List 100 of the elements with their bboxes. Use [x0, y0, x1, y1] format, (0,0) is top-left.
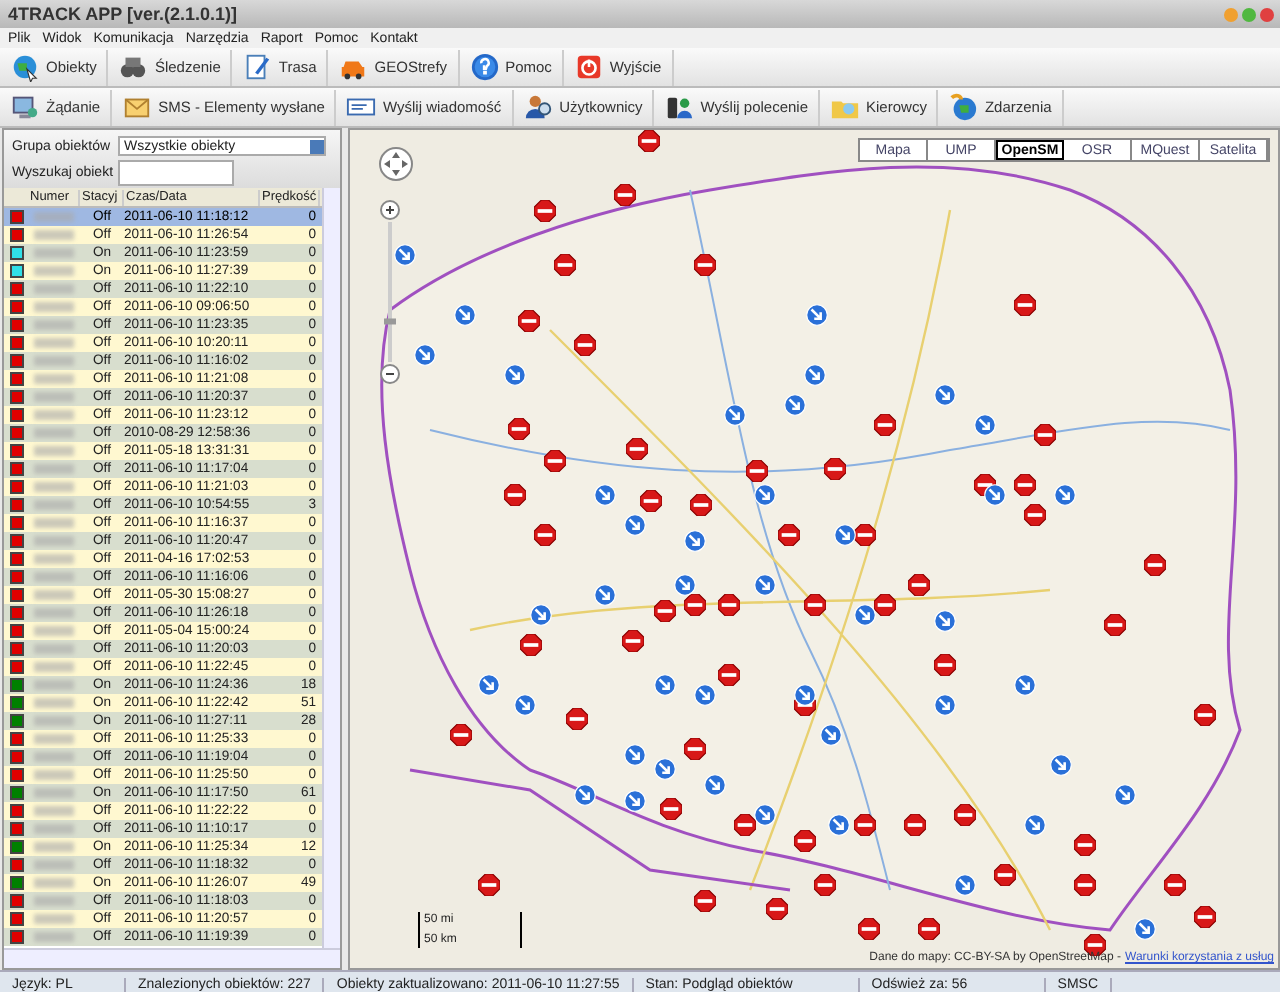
arrow-marker-icon[interactable]: [694, 684, 716, 706]
horizontal-scrollbar[interactable]: [4, 948, 340, 968]
stop-sign-icon[interactable]: [1014, 294, 1036, 316]
stop-sign-icon[interactable]: [904, 814, 926, 836]
arrow-marker-icon[interactable]: [504, 364, 526, 386]
stop-sign-icon[interactable]: [1014, 474, 1036, 496]
arrow-marker-icon[interactable]: [804, 364, 826, 386]
arrow-marker-icon[interactable]: [624, 790, 646, 812]
stop-sign-icon[interactable]: [1194, 906, 1216, 928]
arrow-marker-icon[interactable]: [704, 774, 726, 796]
stop-sign-icon[interactable]: [518, 310, 540, 332]
stop-sign-icon[interactable]: [718, 594, 740, 616]
arrow-marker-icon[interactable]: [654, 674, 676, 696]
stop-sign-icon[interactable]: [1074, 874, 1096, 896]
arrow-marker-icon[interactable]: [514, 694, 536, 716]
stop-sign-icon[interactable]: [734, 814, 756, 836]
pan-control-icon[interactable]: [378, 146, 414, 182]
arrow-marker-icon[interactable]: [594, 484, 616, 506]
arrow-marker-icon[interactable]: [806, 304, 828, 326]
stop-sign-icon[interactable]: [918, 918, 940, 940]
arrow-marker-icon[interactable]: [934, 694, 956, 716]
arrow-marker-icon[interactable]: [624, 514, 646, 536]
stop-sign-icon[interactable]: [520, 634, 542, 656]
arrow-marker-icon[interactable]: [594, 584, 616, 606]
stop-sign-icon[interactable]: [994, 864, 1016, 886]
vertical-scrollbar[interactable]: [322, 188, 340, 948]
zoom-slider[interactable]: [380, 200, 400, 384]
stop-sign-icon[interactable]: [544, 450, 566, 472]
stop-sign-icon[interactable]: [814, 874, 836, 896]
stop-sign-icon[interactable]: [626, 438, 648, 460]
stop-sign-icon[interactable]: [694, 254, 716, 276]
stop-sign-icon[interactable]: [1164, 874, 1186, 896]
arrow-marker-icon[interactable]: [1050, 754, 1072, 776]
arrow-marker-icon[interactable]: [1114, 784, 1136, 806]
stop-sign-icon[interactable]: [858, 918, 880, 940]
stop-sign-icon[interactable]: [508, 418, 530, 440]
search-field[interactable]: [118, 160, 234, 186]
stop-sign-icon[interactable]: [450, 724, 472, 746]
stop-sign-icon[interactable]: [718, 664, 740, 686]
stop-sign-icon[interactable]: [934, 654, 956, 676]
close-button[interactable]: [1260, 7, 1274, 21]
arrow-marker-icon[interactable]: [624, 744, 646, 766]
stop-sign-icon[interactable]: [824, 458, 846, 480]
arrow-marker-icon[interactable]: [974, 414, 996, 436]
stop-sign-icon[interactable]: [908, 574, 930, 596]
arrow-marker-icon[interactable]: [820, 724, 842, 746]
stop-sign-icon[interactable]: [554, 254, 576, 276]
arrow-marker-icon[interactable]: [754, 484, 776, 506]
arrow-marker-icon[interactable]: [984, 484, 1006, 506]
stop-sign-icon[interactable]: [1104, 614, 1126, 636]
stop-sign-icon[interactable]: [660, 798, 682, 820]
stop-sign-icon[interactable]: [766, 898, 788, 920]
arrow-marker-icon[interactable]: [654, 758, 676, 780]
arrow-marker-icon[interactable]: [574, 784, 596, 806]
arrow-marker-icon[interactable]: [414, 344, 436, 366]
stop-sign-icon[interactable]: [690, 494, 712, 516]
arrow-marker-icon[interactable]: [724, 404, 746, 426]
arrow-marker-icon[interactable]: [934, 610, 956, 632]
stop-sign-icon[interactable]: [684, 594, 706, 616]
stop-sign-icon[interactable]: [746, 460, 768, 482]
stop-sign-icon[interactable]: [1194, 704, 1216, 726]
stop-sign-icon[interactable]: [854, 814, 876, 836]
arrow-marker-icon[interactable]: [754, 804, 776, 826]
arrow-marker-icon[interactable]: [784, 394, 806, 416]
arrow-marker-icon[interactable]: [530, 604, 552, 626]
stop-sign-icon[interactable]: [1074, 834, 1096, 856]
stop-sign-icon[interactable]: [566, 708, 588, 730]
arrow-marker-icon[interactable]: [1054, 484, 1076, 506]
stop-sign-icon[interactable]: [640, 490, 662, 512]
stop-sign-icon[interactable]: [1024, 504, 1046, 526]
stop-sign-icon[interactable]: [534, 524, 556, 546]
arrow-marker-icon[interactable]: [1134, 918, 1156, 940]
stop-sign-icon[interactable]: [654, 600, 676, 622]
arrow-marker-icon[interactable]: [394, 244, 416, 266]
arrow-marker-icon[interactable]: [674, 574, 696, 596]
zoom-thumb[interactable]: [384, 318, 396, 325]
arrow-marker-icon[interactable]: [794, 684, 816, 706]
stop-sign-icon[interactable]: [694, 890, 716, 912]
stop-sign-icon[interactable]: [504, 484, 526, 506]
stop-sign-icon[interactable]: [794, 830, 816, 852]
stop-sign-icon[interactable]: [1144, 554, 1166, 576]
arrow-marker-icon[interactable]: [684, 530, 706, 552]
stop-sign-icon[interactable]: [574, 334, 596, 356]
arrow-marker-icon[interactable]: [834, 524, 856, 546]
arrow-marker-icon[interactable]: [454, 304, 476, 326]
arrow-marker-icon[interactable]: [954, 874, 976, 896]
stop-sign-icon[interactable]: [1034, 424, 1056, 446]
stop-sign-icon[interactable]: [874, 594, 896, 616]
arrow-marker-icon[interactable]: [1014, 674, 1036, 696]
stop-sign-icon[interactable]: [478, 874, 500, 896]
stop-sign-icon[interactable]: [638, 130, 660, 152]
stop-sign-icon[interactable]: [622, 630, 644, 652]
stop-sign-icon[interactable]: [874, 414, 896, 436]
stop-sign-icon[interactable]: [954, 804, 976, 826]
arrow-marker-icon[interactable]: [854, 604, 876, 626]
arrow-marker-icon[interactable]: [828, 814, 850, 836]
arrow-marker-icon[interactable]: [478, 674, 500, 696]
stop-sign-icon[interactable]: [778, 524, 800, 546]
arrow-marker-icon[interactable]: [934, 384, 956, 406]
stop-sign-icon[interactable]: [534, 200, 556, 222]
